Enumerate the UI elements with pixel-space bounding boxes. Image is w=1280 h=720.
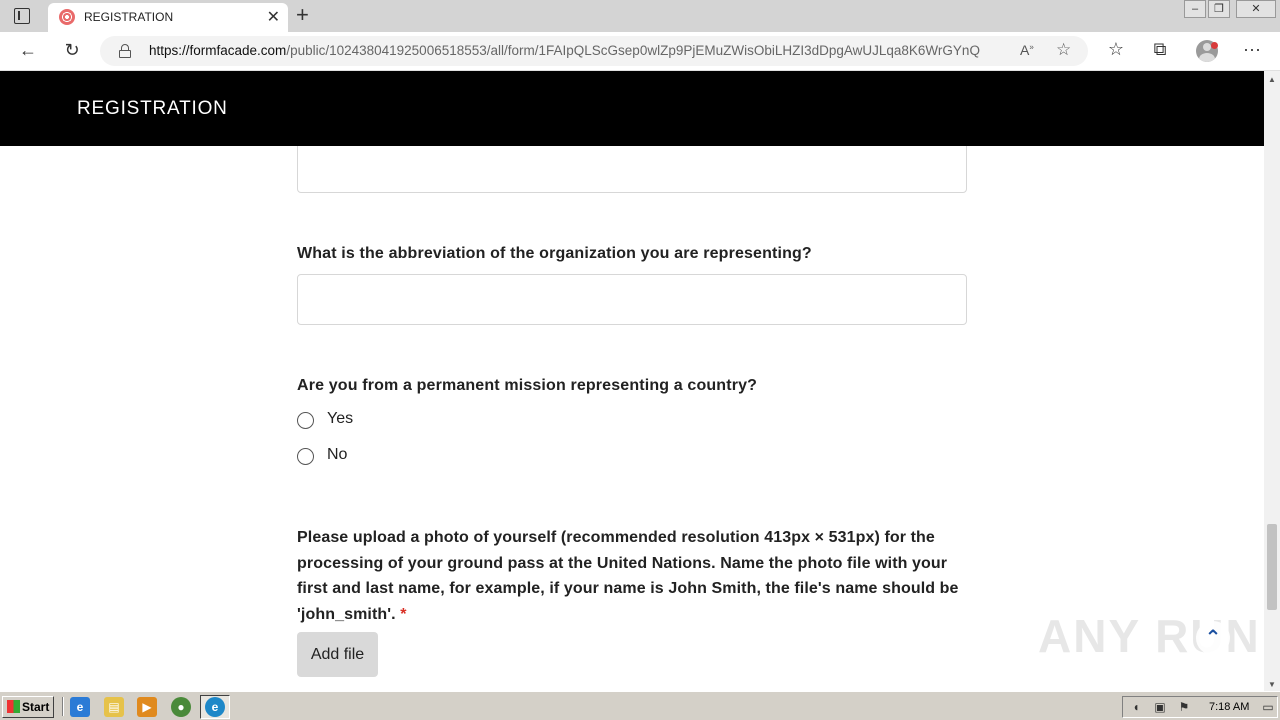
internet-explorer-icon[interactable]: e: [70, 697, 90, 717]
edge-taskbar-button[interactable]: e: [200, 695, 230, 719]
new-tab-icon[interactable]: +: [296, 2, 309, 28]
scroll-thumb[interactable]: [1267, 524, 1277, 610]
edge-icon: e: [205, 697, 225, 717]
scroll-down-arrow-icon[interactable]: ▼: [1268, 680, 1276, 689]
close-tab-icon[interactable]: ✕: [267, 7, 280, 27]
back-arrow-icon[interactable]: ←: [16, 40, 40, 61]
add-favorite-icon[interactable]: ☆: [1056, 40, 1071, 60]
more-menu-icon[interactable]: ···: [1240, 39, 1264, 60]
browser-tab[interactable]: REGISTRATION ✕: [48, 3, 288, 32]
url-text[interactable]: https://formfacade.com/public/1024380419…: [149, 43, 1009, 58]
add-file-button[interactable]: Add file: [297, 632, 378, 677]
volume-icon[interactable]: ◖: [1129, 700, 1143, 714]
tab-actions-icon[interactable]: [14, 8, 30, 24]
abbreviation-input[interactable]: [297, 274, 967, 325]
mission-question: Are you from a permanent mission represe…: [297, 377, 758, 394]
address-bar[interactable]: https://formfacade.com/public/1024380419…: [100, 36, 1088, 66]
refresh-icon[interactable]: ↻: [60, 40, 84, 61]
system-tray: ◖ ▣ ⚑ 7:18 AM ▭: [1122, 696, 1278, 718]
radio-yes-label[interactable]: Yes: [327, 410, 353, 428]
start-button[interactable]: Start: [2, 696, 54, 718]
upload-instructions: Please upload a photo of yourself (recom…: [297, 525, 967, 627]
start-label: Start: [22, 700, 50, 714]
required-marker: *: [400, 605, 407, 623]
taskbar-separator: [62, 697, 64, 716]
lock-icon[interactable]: [119, 44, 131, 58]
favorites-icon[interactable]: ☆: [1104, 39, 1128, 60]
site-favicon-icon: [59, 9, 75, 25]
browser-tab-strip: REGISTRATION ✕ + – ❐ ✕: [0, 0, 1280, 32]
read-aloud-icon[interactable]: A»: [1020, 42, 1034, 58]
form-title: REGISTRATION: [77, 98, 228, 119]
url-host: https://formfacade.com: [149, 43, 287, 58]
url-path: /public/102438041925006518553/all/form/1…: [286, 43, 980, 58]
back-to-top-icon[interactable]: ⌃: [1196, 621, 1230, 655]
scroll-up-arrow-icon[interactable]: ▲: [1268, 75, 1276, 84]
upload-instructions-text: Please upload a photo of yourself (recom…: [297, 529, 959, 623]
close-window-button[interactable]: ✕: [1236, 0, 1276, 18]
profile-status-icon: [1211, 42, 1218, 49]
form-header: REGISTRATION: [0, 71, 1264, 146]
page-scrollbar[interactable]: ▲ ▼: [1264, 71, 1280, 691]
page-viewport: REGISTRATION What is the abbreviation of…: [0, 71, 1264, 691]
network-icon[interactable]: ▣: [1153, 700, 1167, 714]
tab-title: REGISTRATION: [84, 10, 174, 24]
windows-logo-icon: [7, 700, 20, 713]
restore-window-button[interactable]: ❐: [1208, 0, 1230, 18]
minimize-window-button[interactable]: –: [1184, 0, 1206, 18]
radio-no-label[interactable]: No: [327, 446, 347, 464]
show-desktop-icon[interactable]: ▭: [1261, 700, 1275, 714]
chrome-icon[interactable]: ●: [171, 697, 191, 717]
radio-no-circle[interactable]: [297, 448, 314, 465]
abbreviation-question: What is the abbreviation of the organiza…: [297, 245, 812, 262]
media-player-icon[interactable]: ▶: [137, 697, 157, 717]
collections-icon[interactable]: ⧉: [1148, 39, 1172, 60]
flag-icon[interactable]: ⚑: [1177, 700, 1191, 714]
clock: 7:18 AM: [1209, 701, 1250, 713]
previous-answer-input[interactable]: [297, 142, 967, 193]
radio-yes-circle[interactable]: [297, 412, 314, 429]
file-explorer-icon[interactable]: ▤: [104, 697, 124, 717]
browser-toolbar: ← ↻ https://formfacade.com/public/102438…: [0, 32, 1280, 71]
windows-taskbar: Start e ▤ ▶ ● e ◖ ▣ ⚑ 7:18 AM ▭: [0, 691, 1280, 720]
